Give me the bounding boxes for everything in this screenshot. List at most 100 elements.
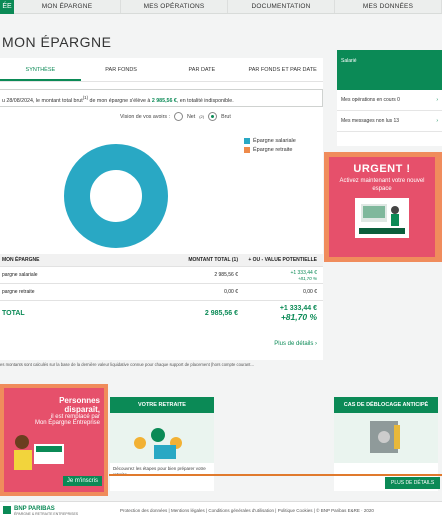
savings-table: MON ÉPARGNE MONTANT TOTAL (1) + OU - VAL… bbox=[0, 254, 323, 325]
chart-legend: Épargne salariale Épargne retraite bbox=[244, 138, 296, 156]
top-navigation: ÉE MON ÉPARGNE MES OPÉRATIONS DOCUMENTAT… bbox=[0, 0, 442, 14]
promo-left-banner[interactable]: Personnes disparaît, il est remplacé par… bbox=[0, 384, 108, 496]
urgent-banner-inner: URGENT ! Activez maintenant votre nouvel… bbox=[329, 157, 435, 257]
tile-retraite[interactable]: VOTRE RETRAITE Découvrez les étapes pour… bbox=[110, 397, 214, 491]
side-link-label: Mes messages non lus 13 bbox=[341, 118, 399, 124]
total-gain-pct: +81,70 % bbox=[280, 311, 317, 322]
view-selector: Vision de vos avoirs : Net (2) Brut bbox=[120, 112, 231, 121]
row-amount: 0,00 € bbox=[224, 289, 238, 295]
row-gain-cell: +1 333,44 € +81,70 % bbox=[242, 270, 323, 281]
tile-title: CAS DE DÉBLOCAGE ANTICIPÉ bbox=[334, 397, 438, 413]
subscribe-button[interactable]: Je m'inscris bbox=[62, 476, 102, 486]
total-gain: +1 333,44 € bbox=[279, 304, 317, 312]
legend-item-retraite: Épargne retraite bbox=[244, 147, 296, 153]
radio-brut-label: Brut bbox=[221, 113, 231, 120]
footer: BNP PARIBAS ÉPARGNE & RETRAITE ENTREPRIS… bbox=[0, 501, 442, 519]
retirement-illustration bbox=[110, 413, 214, 463]
details-link-label: Plus de détails bbox=[274, 341, 314, 347]
person-laptop-illustration bbox=[14, 435, 64, 470]
side-link-count: 13 bbox=[393, 118, 400, 124]
tab-bar: SYNTHÈSE PAR FONDS PAR DATE PAR FONDS ET… bbox=[0, 58, 323, 82]
safe-icon bbox=[370, 421, 400, 453]
promo-line-1: Personnes bbox=[59, 396, 100, 405]
tile-title: VOTRE RETRAITE bbox=[110, 397, 214, 413]
table-row: pargne retraite 0,00 € 0,00 € bbox=[0, 284, 323, 301]
table-row: pargne salariale 2 985,56 € +1 333,44 € … bbox=[0, 267, 323, 284]
total-gain-cell: +1 333,44 € +81,70 % bbox=[242, 305, 323, 322]
tab-par-fonds-et-date[interactable]: PAR FONDS ET PAR DATE bbox=[242, 58, 323, 81]
urgent-banner[interactable]: URGENT ! Activez maintenant votre nouvel… bbox=[324, 152, 442, 262]
brand-name: BNP PARIBAS bbox=[14, 505, 55, 512]
header-plus-value: + OU - VALUE POTENTIELLE bbox=[248, 257, 317, 263]
legend-label-salariale: Épargne salariale bbox=[253, 138, 296, 144]
brand-subtitle: ÉPARGNE & RETRAITE ENTREPRISES bbox=[14, 511, 79, 516]
more-details-button[interactable]: PLUS DE DÉTAILS bbox=[385, 477, 441, 489]
info-prefix: u 28/08/2024, le montant total brut bbox=[2, 97, 83, 104]
page-title: MON ÉPARGNE bbox=[2, 34, 112, 50]
radio-net[interactable] bbox=[173, 112, 183, 121]
row-amount: 2 985,56 € bbox=[214, 272, 238, 278]
side-link-label: Mes opérations en cours 0 bbox=[341, 97, 400, 103]
table-total-row: TOTAL 2 985,56 € +1 333,44 € +81,70 % bbox=[0, 301, 323, 325]
savings-summary-card: SYNTHÈSE PAR FONDS PAR DATE PAR FONDS ET… bbox=[0, 58, 323, 360]
info-suffix: , en totalité indisponible. bbox=[176, 97, 234, 104]
savings-donut-chart bbox=[64, 144, 168, 248]
row-gain-pct: +81,70 % bbox=[297, 275, 317, 281]
arrow-right-icon: › bbox=[315, 341, 317, 347]
donut-slice-0 bbox=[64, 144, 168, 248]
total-label: TOTAL bbox=[2, 309, 25, 317]
side-header-label: Salarié bbox=[341, 58, 357, 64]
promo-line-2: disparaît, bbox=[64, 405, 100, 414]
tile-description: Découvrez les étapes pour bien préparer … bbox=[113, 466, 206, 477]
row-gain-cell: 0,00 € bbox=[242, 289, 323, 295]
tab-par-date[interactable]: PAR DATE bbox=[162, 58, 243, 81]
side-link-count: 0 bbox=[397, 97, 400, 103]
row-gain: +1 333,44 € bbox=[290, 269, 317, 276]
side-link-operations[interactable]: Mes opérations en cours 0 › bbox=[337, 90, 442, 111]
details-link[interactable]: Plus de détails › bbox=[274, 341, 317, 347]
chevron-right-icon: › bbox=[436, 97, 438, 103]
side-link-messages[interactable]: Mes messages non lus 13 › bbox=[337, 111, 442, 132]
legend-swatch-salariale bbox=[244, 138, 250, 144]
radio-net-label: Net bbox=[186, 113, 196, 120]
side-link-text: Mes messages non lus bbox=[341, 118, 393, 124]
tab-synthese[interactable]: SYNTHÈSE bbox=[0, 58, 81, 81]
radio-net-sup: (2) bbox=[199, 114, 205, 119]
app-logo[interactable]: ÉE bbox=[0, 0, 14, 14]
footnote: es montants sont calculés sur la base de… bbox=[0, 362, 254, 367]
person-laptop-illustration bbox=[359, 204, 405, 234]
radio-brut[interactable] bbox=[208, 112, 218, 121]
legend-label-retraite: Épargne retraite bbox=[253, 147, 293, 153]
view-label: Vision de vos avoirs : bbox=[120, 113, 170, 120]
info-amount: 2 985,56 € bbox=[151, 97, 177, 104]
nav-mes-donnees[interactable]: MES DONNÉES bbox=[335, 0, 442, 13]
urgent-illustration bbox=[355, 198, 409, 238]
nav-mes-operations[interactable]: MES OPÉRATIONS bbox=[121, 0, 228, 13]
nav-documentation[interactable]: DOCUMENTATION bbox=[228, 0, 335, 13]
legend-swatch-retraite bbox=[244, 147, 250, 153]
bnp-logo: BNP PARIBAS ÉPARGNE & RETRAITE ENTREPRIS… bbox=[0, 505, 120, 516]
tab-par-fonds[interactable]: PAR FONDS bbox=[81, 58, 162, 81]
header-epargne: MON ÉPARGNE bbox=[2, 257, 40, 263]
row-gain: 0,00 € bbox=[303, 289, 317, 295]
carousel-progress-bar bbox=[109, 474, 442, 476]
info-middle: de mon épargne s'élève à bbox=[88, 97, 152, 104]
total-info-line: u 28/08/2024, le montant total brut(1) d… bbox=[0, 89, 323, 107]
legend-item-salariale: Épargne salariale bbox=[244, 138, 296, 144]
header-montant: MONTANT TOTAL (1) bbox=[188, 257, 238, 263]
coins-growth-icon bbox=[134, 428, 182, 459]
side-panel: Salarié Mes opérations en cours 0 › Mes … bbox=[337, 50, 442, 146]
total-amount: 2 985,56 € bbox=[204, 309, 238, 317]
footer-links[interactable]: Protection des données | Mentions légale… bbox=[120, 508, 374, 513]
urgent-title: URGENT ! bbox=[353, 163, 411, 175]
row-label: pargne salariale bbox=[2, 272, 38, 278]
promo-line-4: Mon Épargne Entreprise bbox=[34, 420, 100, 426]
table-header: MON ÉPARGNE MONTANT TOTAL (1) + OU - VAL… bbox=[0, 254, 323, 267]
side-header: Salarié bbox=[337, 50, 442, 90]
chevron-right-icon: › bbox=[436, 118, 438, 124]
urgent-text: Activez maintenant votre nouvel espace bbox=[339, 178, 425, 192]
nav-mon-epargne[interactable]: MON ÉPARGNE bbox=[14, 0, 121, 13]
safe-illustration bbox=[334, 413, 438, 463]
row-label: pargne retraite bbox=[2, 289, 35, 295]
side-link-text: Mes opérations en cours bbox=[341, 97, 396, 103]
